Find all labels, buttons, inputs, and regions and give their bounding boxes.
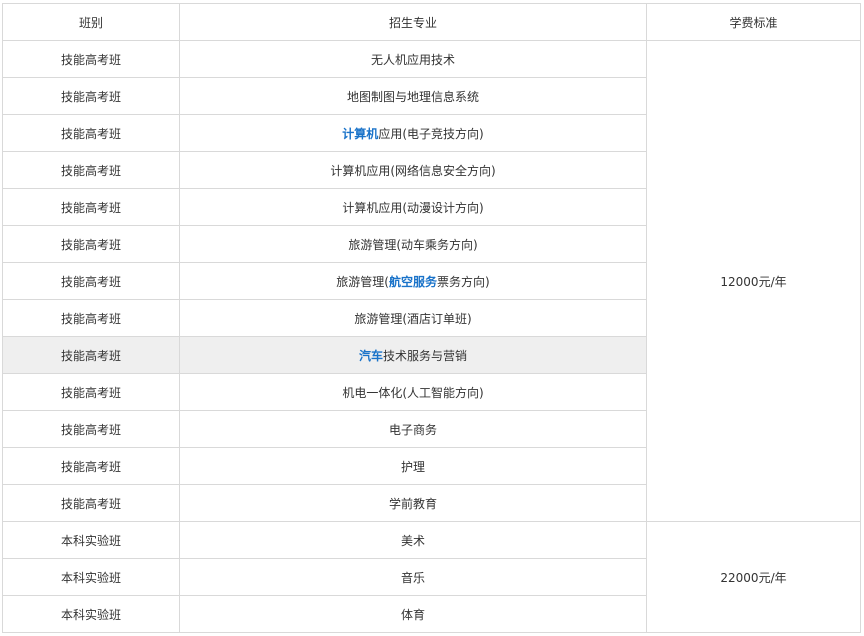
header-class: 班别 xyxy=(2,3,180,41)
major-cell: 旅游管理(动车乘务方向) xyxy=(179,225,647,263)
class-cell: 本科实验班 xyxy=(2,521,180,559)
major-cell: 地图制图与地理信息系统 xyxy=(179,77,647,115)
class-cell: 技能高考班 xyxy=(2,77,180,115)
major-cell: 音乐 xyxy=(179,558,647,596)
major-cell: 旅游管理(航空服务票务方向) xyxy=(179,262,647,300)
class-cell: 技能高考班 xyxy=(2,151,180,189)
major-cell: 计算机应用(电子竞技方向) xyxy=(179,114,647,152)
major-cell: 旅游管理(酒店订单班) xyxy=(179,299,647,337)
class-cell: 技能高考班 xyxy=(2,299,180,337)
class-cell: 技能高考班 xyxy=(2,484,180,522)
major-cell: 护理 xyxy=(179,447,647,485)
major-cell: 美术 xyxy=(179,521,647,559)
class-cell: 技能高考班 xyxy=(2,262,180,300)
class-cell: 技能高考班 xyxy=(2,188,180,226)
major-cell: 汽车技术服务与营销 xyxy=(179,336,647,374)
major-cell: 无人机应用技术 xyxy=(179,40,647,78)
class-cell: 本科实验班 xyxy=(2,558,180,596)
major-cell: 学前教育 xyxy=(179,484,647,522)
major-cell: 电子商务 xyxy=(179,410,647,448)
fee-cell-undergrad: 22000元/年 xyxy=(646,521,861,633)
header-major: 招生专业 xyxy=(179,3,647,41)
table-row: 本科实验班 美术 22000元/年 xyxy=(2,521,861,633)
table-header-row: 班别 招生专业 学费标准 xyxy=(2,3,861,41)
class-cell: 技能高考班 xyxy=(2,447,180,485)
class-cell: 本科实验班 xyxy=(2,595,180,633)
header-fee: 学费标准 xyxy=(646,3,861,41)
class-cell: 技能高考班 xyxy=(2,40,180,78)
class-cell: 技能高考班 xyxy=(2,336,180,374)
major-cell: 机电一体化(人工智能方向) xyxy=(179,373,647,411)
major-link[interactable]: 汽车 xyxy=(359,349,383,363)
major-cell: 体育 xyxy=(179,595,647,633)
fee-cell-skill: 12000元/年 xyxy=(646,40,861,522)
major-link[interactable]: 计算机 xyxy=(342,127,378,141)
table-row: 技能高考班 无人机应用技术 12000元/年 xyxy=(2,40,861,522)
class-cell: 技能高考班 xyxy=(2,410,180,448)
enrollment-table-container: 班别 招生专业 学费标准 技能高考班 无人机应用技术 12000元/年 技能高考… xyxy=(2,3,862,633)
major-cell: 计算机应用(网络信息安全方向) xyxy=(179,151,647,189)
class-cell: 技能高考班 xyxy=(2,373,180,411)
enrollment-table: 班别 招生专业 学费标准 技能高考班 无人机应用技术 12000元/年 技能高考… xyxy=(2,3,861,633)
class-cell: 技能高考班 xyxy=(2,225,180,263)
class-cell: 技能高考班 xyxy=(2,114,180,152)
major-link[interactable]: 航空服务 xyxy=(389,275,437,289)
major-cell: 计算机应用(动漫设计方向) xyxy=(179,188,647,226)
